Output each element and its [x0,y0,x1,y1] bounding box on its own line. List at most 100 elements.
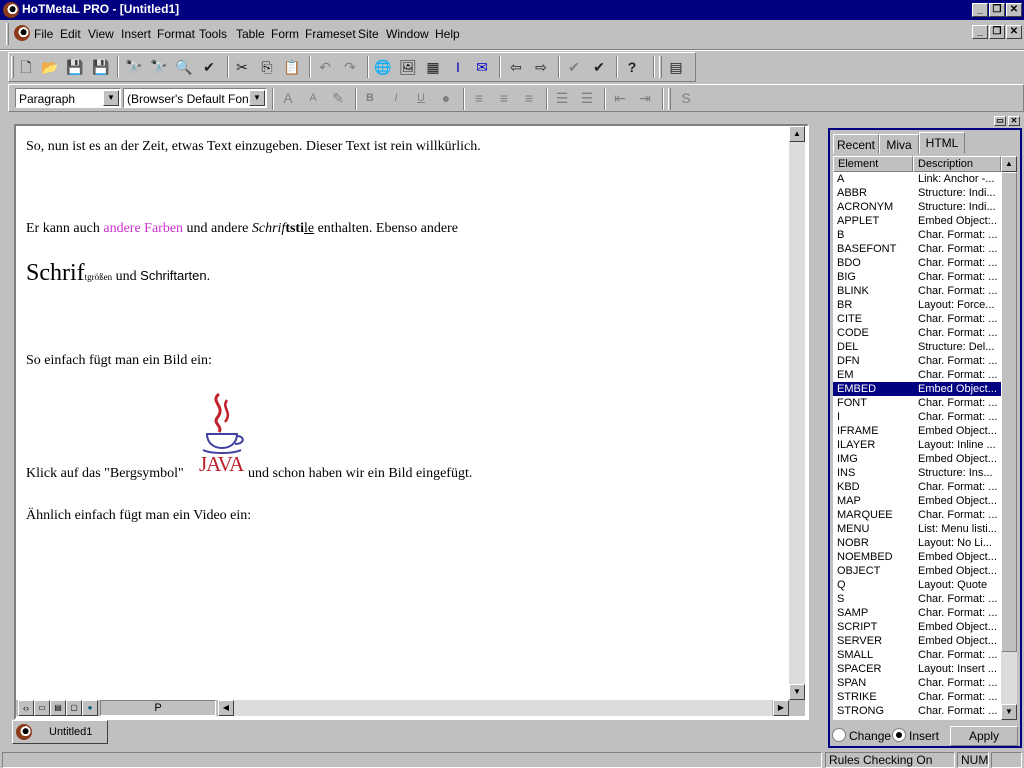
list-item[interactable]: MENU List: Menu listi... [833,522,1001,536]
element-list[interactable]: A Link: Anchor -... ABBR Structure: Indi...… [833,172,1001,720]
tab-html[interactable]: HTML [919,132,965,154]
list-item[interactable]: ABBR Structure: Indi... [833,186,1001,200]
document-editor[interactable]: So, nun ist es an der Zeit, etwas Text e… [16,126,807,718]
list-item[interactable]: MAP Embed Object... [833,494,1001,508]
font-color-icon[interactable]: ✎ [329,89,347,107]
list-item[interactable]: SMALL Char. Format: ... [833,648,1001,662]
spell-check-icon[interactable]: ✔ [200,58,218,76]
italic-icon[interactable]: I [387,89,405,107]
insert-text-cursor-icon[interactable]: I [449,58,467,76]
list-item[interactable]: I Char. Format: ... [833,410,1001,424]
tab-miva[interactable]: Miva [879,134,919,154]
redo-icon[interactable]: ↷ [341,58,359,76]
insert-link-icon[interactable]: 🌐 [374,58,392,76]
highlight-icon[interactable]: ● [437,89,455,107]
outdent-icon[interactable]: ⇤ [611,89,629,107]
list-vertical-scrollbar[interactable]: ▲ ▼ [1001,156,1017,720]
menu-format[interactable]: Format [157,27,195,41]
align-right-icon[interactable]: ≡ [520,89,538,107]
check-icon[interactable]: ✔ [590,58,608,76]
decrease-font-icon[interactable]: A [304,89,322,107]
list-scroll-thumb[interactable] [1001,172,1017,652]
list-item[interactable]: ACRONYM Structure: Indi... [833,200,1001,214]
back-arrow-icon[interactable]: ⇦ [507,58,525,76]
underline-icon[interactable]: U [412,89,430,107]
list-item[interactable]: CODE Char. Format: ... [833,326,1001,340]
scroll-left-icon[interactable]: ◀ [218,700,234,716]
list-item[interactable]: FONT Char. Format: ... [833,396,1001,410]
indent-icon[interactable]: ⇥ [636,89,654,107]
menu-insert[interactable]: Insert [121,27,151,41]
radio-change[interactable] [832,728,846,742]
cut-icon[interactable]: ✂ [233,58,251,76]
apply-button[interactable]: Apply [950,726,1018,746]
bold-icon[interactable]: B [361,89,379,107]
page-view-icon[interactable]: ▢ [66,700,82,716]
increase-font-icon[interactable]: A [279,89,297,107]
scroll-up-icon[interactable]: ▲ [789,126,805,142]
tags-view-icon[interactable]: ‹› [18,700,34,716]
column-header-element[interactable]: Element [833,156,913,172]
style-sheet-icon[interactable]: S [677,89,695,107]
list-item[interactable]: SCRIPT Embed Object... [833,620,1001,634]
list-item[interactable]: SPAN Char. Format: ... [833,676,1001,690]
element-path-field[interactable]: P [100,700,216,716]
panel-restore-button[interactable]: ▭ [994,116,1006,126]
chevron-down-icon[interactable]: ▼ [249,90,265,106]
open-folder-icon[interactable]: 📂 [41,58,59,76]
new-document-icon[interactable]: 🗋 [17,58,35,76]
menu-form[interactable]: Form [271,27,299,41]
doc-restore-button[interactable]: ❐ [989,25,1005,39]
list-item[interactable]: BR Layout: Force... [833,298,1001,312]
wysiwyg-view-icon[interactable]: ▭ [34,700,50,716]
list-item[interactable]: IFRAME Embed Object... [833,424,1001,438]
list-item[interactable]: STRONG Char. Format: ... [833,704,1001,718]
document-icon[interactable] [14,25,30,41]
hotmetal-app-icon[interactable] [3,2,19,18]
replace-icon[interactable]: 🔍 [175,58,193,76]
menu-frameset[interactable]: Frameset [305,27,356,41]
list-item[interactable]: S Char. Format: ... [833,592,1001,606]
list-item[interactable]: A Link: Anchor -... [833,172,1001,186]
list-item[interactable]: MARQUEE Char. Format: ... [833,508,1001,522]
restore-button[interactable]: ❐ [989,3,1005,17]
list-item[interactable]: KBD Char. Format: ... [833,480,1001,494]
list-item[interactable]: STRIKE Char. Format: ... [833,690,1001,704]
menu-table[interactable]: Table [236,27,265,41]
source-view-icon[interactable]: ▤ [50,700,66,716]
font-select[interactable]: (Browser's Default Font) ▼ [123,88,267,108]
document-tab[interactable]: Untitled1 [12,720,108,744]
horizontal-scroll-track[interactable] [234,700,772,716]
paragraph-style-select[interactable]: Paragraph ▼ [15,88,121,108]
editor-vertical-scrollbar[interactable]: ▲ ▼ [789,126,805,700]
save-all-icon[interactable]: 💾 [92,58,110,76]
insert-image-icon[interactable]: 🖼 [399,58,417,76]
validate-icon[interactable]: ✔ [565,58,583,76]
list-item[interactable]: SAMP Char. Format: ... [833,606,1001,620]
minimize-button[interactable]: _ [972,3,988,17]
undo-icon[interactable]: ↶ [316,58,334,76]
list-scroll-down-icon[interactable]: ▼ [1001,704,1017,720]
list-item[interactable]: SPACER Layout: Insert ... [833,662,1001,676]
list-item[interactable]: EMBED Embed Object... [833,382,1001,396]
bulleted-list-icon[interactable]: ☰ [578,89,596,107]
toolbar-grip[interactable] [11,56,14,78]
menu-help[interactable]: Help [435,27,460,41]
close-button[interactable]: ✕ [1006,3,1022,17]
insert-object-icon[interactable]: ✉ [473,58,491,76]
menu-tools[interactable]: Tools [199,27,227,41]
scroll-right-icon[interactable]: ▶ [773,700,789,716]
paste-icon[interactable]: 📋 [283,58,301,76]
list-item[interactable]: BLINK Char. Format: ... [833,284,1001,298]
numbered-list-icon[interactable]: ☰ [553,89,571,107]
doc-close-button[interactable]: ✕ [1006,25,1022,39]
column-header-description[interactable]: Description [913,156,1001,172]
copy-icon[interactable]: ⎘ [258,58,276,76]
list-item[interactable]: NOBR Layout: No Li... [833,536,1001,550]
list-item[interactable]: BIG Char. Format: ... [833,270,1001,284]
menu-view[interactable]: View [88,27,114,41]
radio-insert[interactable] [892,728,906,742]
browser-preview-icon[interactable]: ● [82,700,98,716]
list-item[interactable]: BASEFONT Char. Format: ... [833,242,1001,256]
insert-table-icon[interactable]: ▦ [424,58,442,76]
